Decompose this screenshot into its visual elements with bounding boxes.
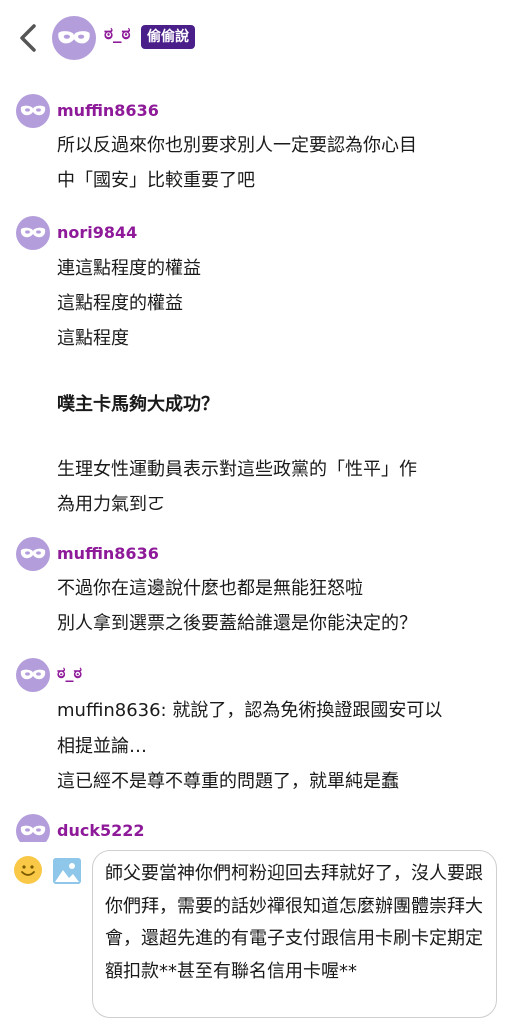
mask-icon xyxy=(20,105,46,116)
image-icon xyxy=(53,858,81,884)
avatar[interactable] xyxy=(16,216,50,250)
comment-text: 這已經不是尊不尊重的問題了，就單純是蠢 xyxy=(57,771,399,792)
comment-text: 生理女性運動員表示對這些政黨的「性平」作 xyxy=(57,459,417,480)
avatar[interactable] xyxy=(16,94,50,128)
comment-text: 這點程度的權益 xyxy=(57,293,183,314)
mask-icon xyxy=(20,227,46,238)
comment-text: 為用力氣到ㄛ xyxy=(57,494,165,515)
avatar[interactable] xyxy=(52,16,96,60)
post-header: ಠ_ಠ 偷偷說 xyxy=(0,0,506,76)
anonymous-badge: 偷偷說 xyxy=(141,25,195,49)
back-arrow-icon xyxy=(20,24,36,52)
image-button[interactable] xyxy=(53,858,81,884)
comment-username[interactable]: duck5222 xyxy=(57,821,145,840)
comment-text: muffin8636: 就說了，認為免術換證跟國安可以 xyxy=(57,700,443,721)
reply-input-text[interactable]: 師父要當神你們柯粉迎回去拜就好了，沒人要跟你們拜，需要的話妙禪很知道怎麼辦團體崇… xyxy=(105,858,484,988)
comment-username[interactable]: nori9844 xyxy=(57,223,137,242)
mask-icon xyxy=(20,669,46,680)
back-button[interactable] xyxy=(14,22,42,54)
comment-text: 噗主卡馬夠大成功？ xyxy=(57,394,219,415)
emoji-icon xyxy=(15,857,41,883)
comment-text: 連這點程度的權益 xyxy=(57,258,201,279)
comment-username[interactable]: ಠ_ಠ xyxy=(57,663,82,683)
comment-username[interactable]: muffin8636 xyxy=(57,101,159,120)
comment-text: 這點程度 xyxy=(57,328,129,349)
avatar[interactable] xyxy=(16,537,50,571)
comment-text: 相提並論… xyxy=(57,736,147,757)
reply-composer: 師父要當神你們柯粉迎回去拜就好了，沒人要跟你們拜，需要的話妙禪很知道怎麼辦團體崇… xyxy=(0,842,506,1024)
comment-text: 別人拿到選票之後要蓋給誰還是你能決定的？ xyxy=(57,613,417,634)
reply-input[interactable]: 師父要當神你們柯粉迎回去拜就好了，沒人要跟你們拜，需要的話妙禪很知道怎麼辦團體崇… xyxy=(92,850,497,1018)
comment-username[interactable]: muffin8636 xyxy=(57,544,159,563)
header-username[interactable]: ಠ_ಠ xyxy=(104,24,131,44)
mask-icon xyxy=(58,31,90,44)
emoji-button[interactable] xyxy=(14,856,42,884)
avatar[interactable] xyxy=(16,658,50,692)
comment-text: 所以反過來你也別要求別人一定要認為你心目 xyxy=(57,135,417,156)
mask-icon xyxy=(20,548,46,559)
comment-text: 中「國安」比較重要了吧 xyxy=(57,170,255,191)
comment-text: 不過你在這邊說什麼也都是無能狂怒啦 xyxy=(57,578,363,599)
